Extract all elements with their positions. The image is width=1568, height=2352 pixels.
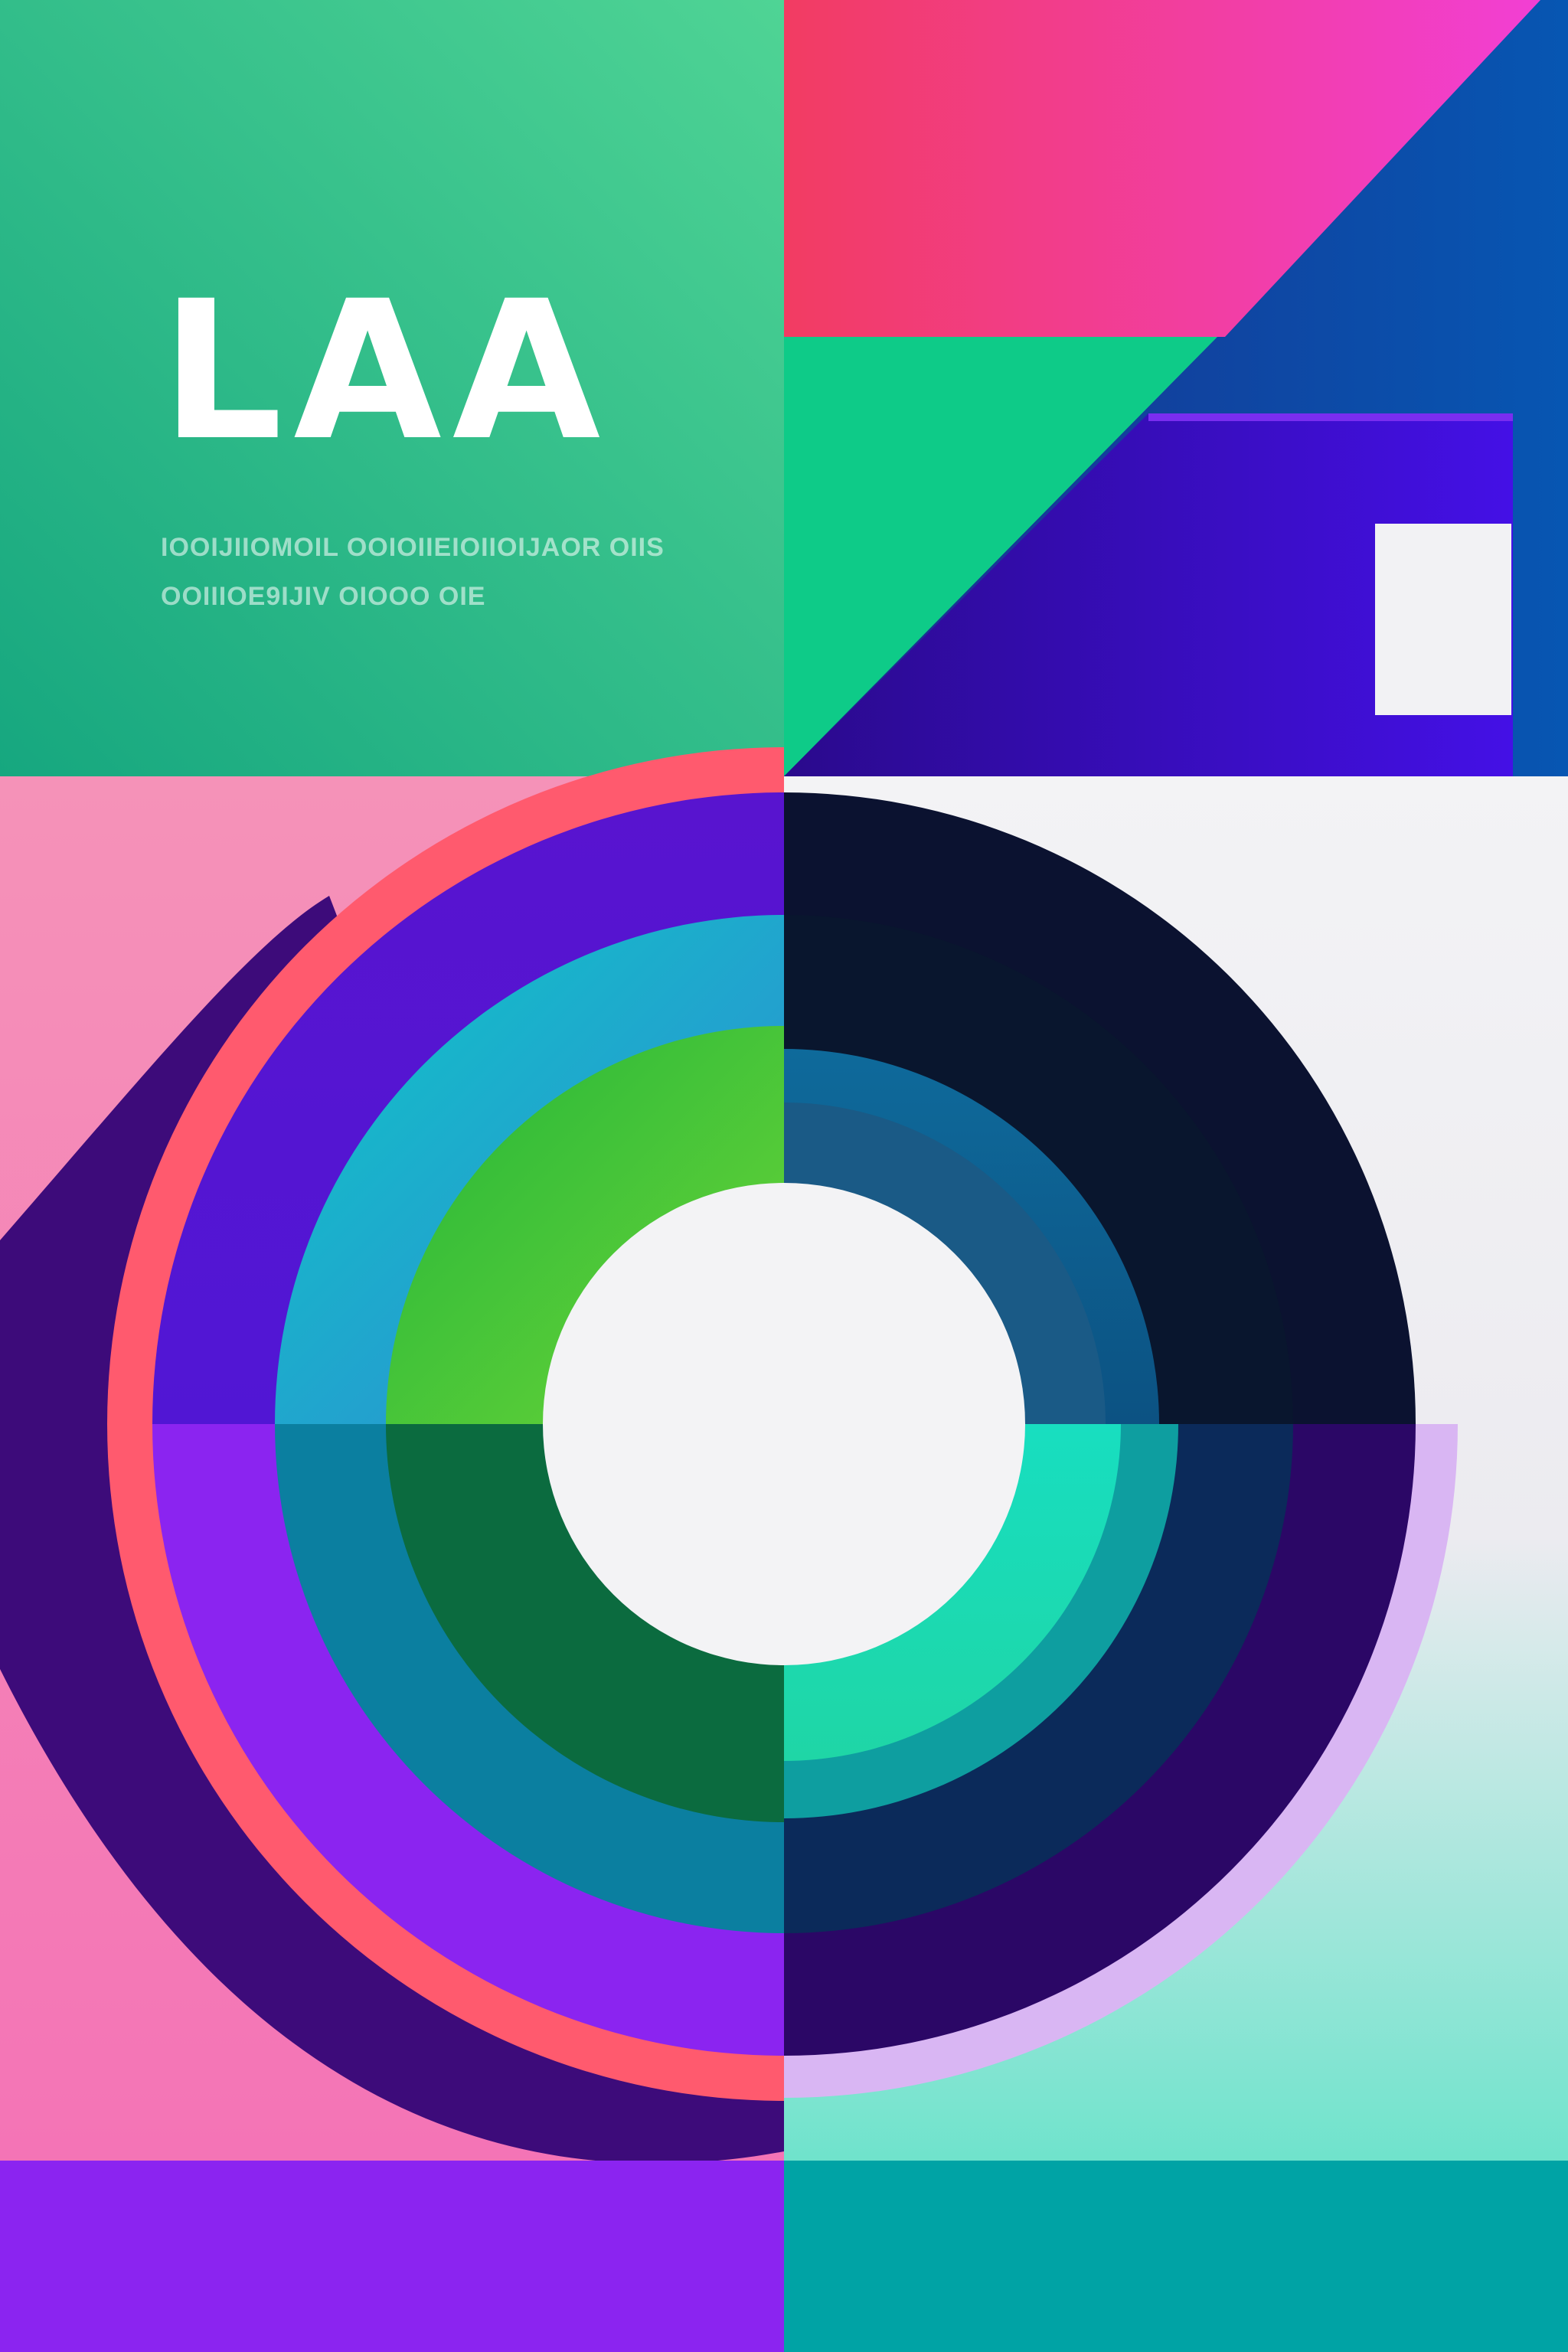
indigo-top-edge [1148,413,1513,421]
center-disc [543,1183,1025,1665]
poster: LAA IOOIJIIOMOIL OOIOIIEIOIIOIJAOR OIIS … [0,0,1568,2352]
subtitle-line-2: OOIIIOE9IJIV OIOOO OIE [161,582,486,611]
teal-band [784,2161,1568,2352]
white-square [1375,524,1511,715]
poster-title: LAA [161,260,612,482]
purple-band [0,2161,784,2352]
subtitle-line-1: IOOIJIIOMOIL OOIOIIEIOIIOIJAOR OIIS [161,533,665,562]
